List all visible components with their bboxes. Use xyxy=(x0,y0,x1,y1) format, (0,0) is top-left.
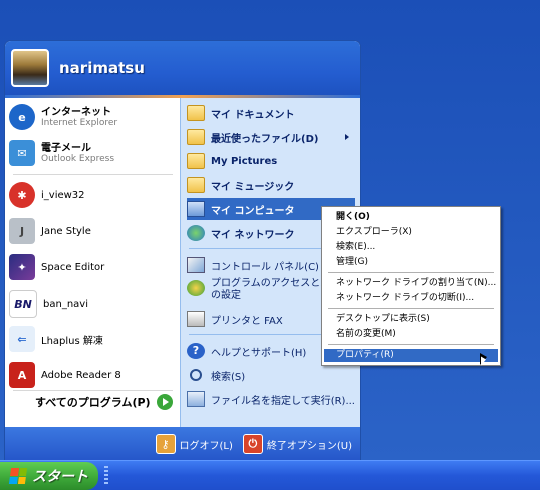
recent-item-label: Lhaplus 解凍 xyxy=(41,335,103,347)
context-item-open[interactable]: 開く(O) xyxy=(324,211,498,224)
start-menu-left-pane: e インターネット Internet Explorer ✉ 電子メール Outl… xyxy=(5,98,180,427)
start-button[interactable]: スタート xyxy=(0,462,98,490)
shutdown-button[interactable]: ⏻ 終了オプション(U) xyxy=(242,434,352,454)
place-label: 最近使ったファイル(D) xyxy=(211,133,319,145)
folder-icon xyxy=(187,129,205,145)
pinned-item-email[interactable]: ✉ 電子メール Outlook Express xyxy=(9,140,175,166)
all-programs-label: すべてのプログラム(P) xyxy=(35,396,151,409)
context-item-rename[interactable]: 名前の変更(M) xyxy=(324,328,498,341)
recent-item-label: i_view32 xyxy=(41,189,85,201)
context-menu: 開く(O) エクスプローラ(X) 検索(E)... 管理(G) ネットワーク ド… xyxy=(321,206,501,366)
submenu-arrow-icon xyxy=(345,134,349,140)
program-access-icon xyxy=(187,280,205,296)
folder-icon xyxy=(187,177,205,193)
context-item-search[interactable]: 検索(E)... xyxy=(324,241,498,254)
place-label: マイ ネットワーク xyxy=(211,229,295,241)
start-menu: narimatsu e インターネット Internet Explorer ✉ … xyxy=(4,40,361,462)
help-icon: ? xyxy=(187,343,205,359)
computer-icon xyxy=(187,201,205,217)
context-separator xyxy=(328,344,494,345)
pinned-item-internet[interactable]: e インターネット Internet Explorer xyxy=(9,104,175,130)
pinned-item-title: インターネット xyxy=(41,106,111,118)
context-item-manage[interactable]: 管理(G) xyxy=(324,256,498,269)
place-my-documents[interactable]: マイ ドキュメント xyxy=(187,102,355,124)
start-label: スタート xyxy=(32,469,88,485)
lhaplus-icon: ⇐ xyxy=(9,326,35,352)
power-icon: ⏻ xyxy=(242,434,263,454)
place-label-line2: の設定 xyxy=(211,290,241,301)
key-icon: ⚷ xyxy=(155,434,176,454)
place-label: 検索(S) xyxy=(211,371,246,383)
run-icon xyxy=(187,391,205,407)
search-item[interactable]: 検索(S) xyxy=(187,364,355,386)
recent-item-label: Adobe Reader 8 xyxy=(41,369,121,381)
place-label: ヘルプとサポート(H) xyxy=(211,347,307,359)
place-label: My Pictures xyxy=(211,155,278,167)
context-item-map-network-drive[interactable]: ネットワーク ドライブの割り当て(N)... xyxy=(324,277,498,290)
recent-item-label: Jane Style xyxy=(41,225,91,237)
context-item-disconnect-network-drive[interactable]: ネットワーク ドライブの切断(I)... xyxy=(324,292,498,305)
place-my-pictures[interactable]: My Pictures xyxy=(187,150,355,172)
outlook-express-icon: ✉ xyxy=(9,140,35,166)
recent-item-label: Space Editor xyxy=(41,261,105,273)
adobe-reader-icon: A xyxy=(9,362,35,388)
logoff-button[interactable]: ⚷ ログオフ(L) xyxy=(155,434,233,454)
user-avatar[interactable] xyxy=(11,49,49,87)
place-label: プリンタと FAX xyxy=(211,315,283,327)
folder-icon xyxy=(187,153,205,169)
recent-item-i-view32[interactable]: ✱ i_view32 xyxy=(9,182,175,208)
recent-item-adobe-reader[interactable]: A Adobe Reader 8 xyxy=(9,362,175,388)
jane-style-icon: J xyxy=(9,218,35,244)
place-recent-files[interactable]: 最近使ったファイル(D) xyxy=(187,126,355,148)
all-programs-button[interactable]: すべてのプログラム(P) xyxy=(35,394,173,410)
control-panel-icon xyxy=(187,257,205,273)
recent-item-space-editor[interactable]: ✦ Space Editor xyxy=(9,254,175,280)
recent-item-jane-style[interactable]: J Jane Style xyxy=(9,218,175,244)
search-icon xyxy=(190,369,202,381)
left-pane-separator xyxy=(13,174,173,175)
place-label: ファイル名を指定して実行(R)... xyxy=(211,395,355,407)
place-my-music[interactable]: マイ ミュージック xyxy=(187,174,355,196)
logoff-label: ログオフ(L) xyxy=(179,440,233,452)
place-label: マイ ミュージック xyxy=(211,181,295,193)
space-editor-icon: ✦ xyxy=(9,254,35,280)
irfanview-icon: ✱ xyxy=(9,182,35,208)
folder-icon xyxy=(187,105,205,121)
left-pane-separator xyxy=(13,390,173,391)
pinned-item-subtitle: Internet Explorer xyxy=(41,117,118,128)
start-menu-header: narimatsu xyxy=(5,41,360,95)
taskbar: スタート xyxy=(0,460,540,490)
place-label: マイ ドキュメント xyxy=(211,109,295,121)
printer-icon xyxy=(187,311,205,327)
network-icon xyxy=(187,225,205,241)
internet-explorer-icon: e xyxy=(9,104,35,130)
windows-logo-icon xyxy=(8,468,28,484)
place-label: マイ コンピュータ xyxy=(211,205,295,217)
arrow-right-icon xyxy=(156,394,173,410)
place-label: コントロール パネル(C) xyxy=(211,261,319,273)
recent-item-ban-navi[interactable]: BN ban_navi xyxy=(9,290,175,318)
context-item-properties[interactable]: プロパティ(R) xyxy=(324,349,498,362)
pinned-item-title: 電子メール xyxy=(41,142,91,154)
pinned-item-subtitle: Outlook Express xyxy=(41,153,115,164)
bannavi-icon: BN xyxy=(9,290,37,318)
context-separator xyxy=(328,308,494,309)
user-name: narimatsu xyxy=(59,59,145,77)
context-item-explorer[interactable]: エクスプローラ(X) xyxy=(324,226,498,239)
shutdown-label: 終了オプション(U) xyxy=(266,440,352,452)
run-item[interactable]: ファイル名を指定して実行(R)... xyxy=(187,388,355,410)
recent-item-label: ban_navi xyxy=(43,298,88,310)
context-item-show-on-desktop[interactable]: デスクトップに表示(S) xyxy=(324,313,498,326)
start-menu-footer: ⚷ ログオフ(L) ⏻ 終了オプション(U) xyxy=(5,427,360,461)
recent-item-lhaplus[interactable]: ⇐ Lhaplus 解凍 xyxy=(9,326,175,352)
taskbar-grip[interactable] xyxy=(104,466,108,486)
context-separator xyxy=(328,272,494,273)
